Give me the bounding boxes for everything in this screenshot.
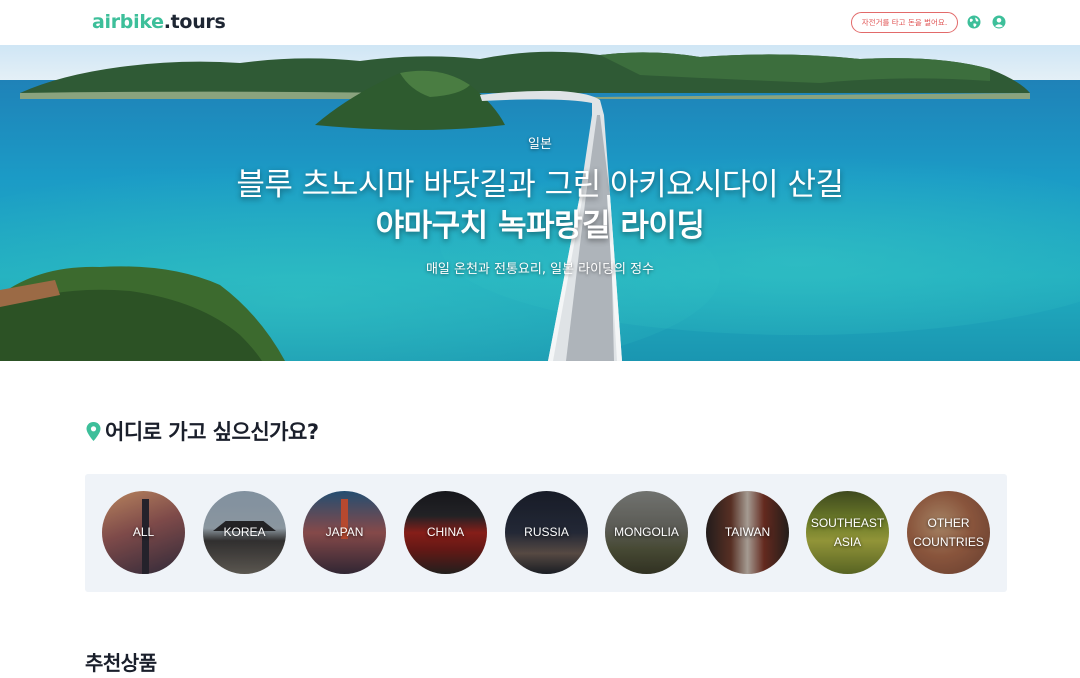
destination-mongolia-label: MONGOLIA — [614, 525, 679, 539]
destination-russia-label: RUSSIA — [524, 525, 569, 539]
hero-title-line1: 블루 츠노시마 바닷길과 그린 아키요시다이 산길 — [236, 167, 844, 203]
hero-title-line2: 야마구치 녹파랑길 라이딩 — [375, 208, 705, 244]
destination-japan[interactable]: JAPAN — [303, 491, 386, 574]
recommended-title: 추천상품 — [85, 651, 157, 675]
destination-taiwan-label: TAIWAN — [724, 525, 771, 539]
hero-banner[interactable]: 일본 블루 츠노시마 바닷길과 그린 아키요시다이 산길 야마구치 녹파랑길 라… — [0, 45, 1080, 361]
destination-korea-label: KOREA — [223, 525, 266, 539]
destinations-title: 어디로 가고 싶으신가요? — [105, 420, 319, 444]
destination-mongolia[interactable]: MONGOLIA — [605, 491, 688, 574]
destination-southeast-asia[interactable]: SOUTHEAST ASIA — [806, 491, 889, 574]
destination-japan-label: JAPAN — [325, 525, 364, 539]
hero-country: 일본 — [528, 137, 552, 152]
destination-all-label: ALL — [132, 525, 155, 539]
site-logo[interactable]: airbike.tours — [92, 11, 226, 33]
site-header: airbike.tours 자전거를 타고 돈을 벌어요. — [0, 0, 1080, 45]
destination-list: ALL KOREA JAPAN CHINA RUSSIA MONGOLIA TA… — [85, 474, 1007, 592]
destination-china[interactable]: CHINA — [404, 491, 487, 574]
user-circle-icon[interactable] — [992, 15, 1006, 29]
destination-southeast-asia-label: SOUTHEAST ASIA — [810, 515, 885, 549]
hero-text: 일본 블루 츠노시마 바닷길과 그린 아키요시다이 산길 야마구치 녹파랑길 라… — [0, 45, 1080, 361]
logo-text-domain: .tours — [163, 11, 226, 33]
hero-subtitle: 매일 온천과 전통요리, 일본 라이딩의 정수 — [425, 262, 655, 277]
earn-money-button[interactable]: 자전거를 타고 돈을 벌어요. — [851, 12, 958, 33]
destination-china-label: CHINA — [426, 525, 465, 539]
destination-korea[interactable]: KOREA — [203, 491, 286, 574]
map-pin-icon — [86, 421, 101, 441]
destination-other-countries[interactable]: OTHER COUNTRIES — [907, 491, 990, 574]
destination-other-countries-label: OTHER COUNTRIES — [913, 515, 984, 549]
logo-text-brand: airbike — [92, 11, 164, 33]
destinations-heading: 어디로 가고 싶으신가요? — [86, 418, 319, 444]
destination-russia[interactable]: RUSSIA — [505, 491, 588, 574]
destination-taiwan[interactable]: TAIWAN — [706, 491, 789, 574]
destination-all[interactable]: ALL — [102, 491, 185, 574]
globe-icon[interactable] — [967, 15, 981, 29]
